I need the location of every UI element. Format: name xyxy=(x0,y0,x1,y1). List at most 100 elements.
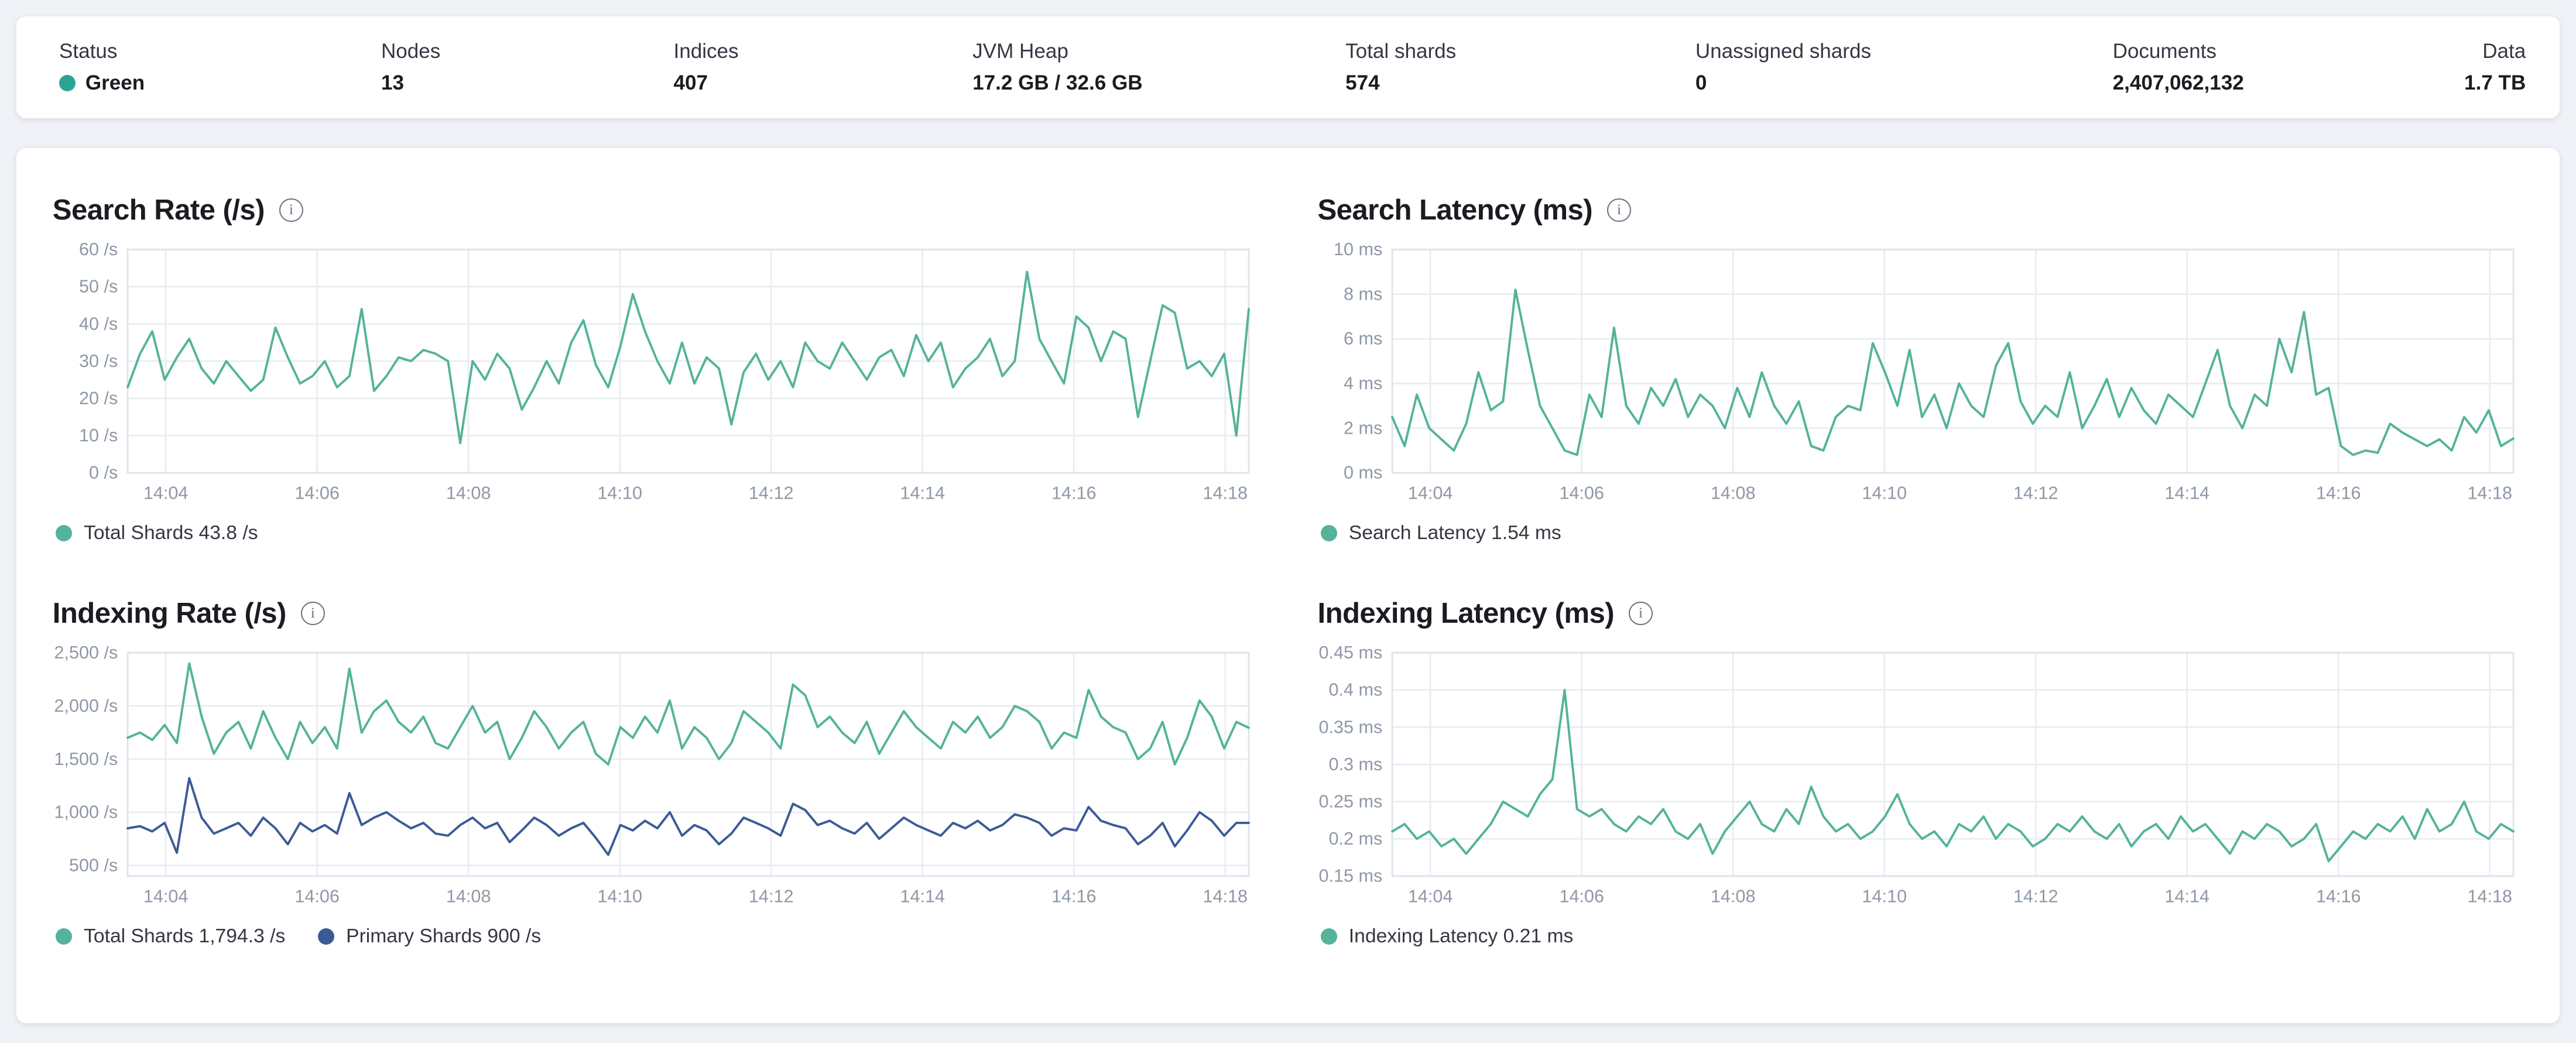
stat-value: 574 xyxy=(1345,71,1380,95)
svg-text:6 ms: 6 ms xyxy=(1344,328,1382,349)
svg-text:20 /s: 20 /s xyxy=(79,388,118,409)
svg-text:14:14: 14:14 xyxy=(900,483,945,503)
legend-dot xyxy=(56,525,73,542)
chart-legend: Total Shards 43.8 /s xyxy=(53,522,1259,544)
legend-item-search-latency[interactable]: Search Latency 1.54 ms xyxy=(1321,522,1561,544)
stat-label: Indices xyxy=(673,40,739,63)
legend-item-indexing-latency[interactable]: Indexing Latency 0.21 ms xyxy=(1321,925,1573,948)
svg-text:1,000 /s: 1,000 /s xyxy=(54,802,118,822)
legend-dot xyxy=(1321,928,1338,945)
stat-value: 17.2 GB / 32.6 GB xyxy=(972,71,1143,95)
svg-text:14:10: 14:10 xyxy=(597,886,642,907)
svg-text:14:06: 14:06 xyxy=(294,886,340,907)
legend-label: Total Shards 1,794.3 /s xyxy=(84,925,286,948)
stat-label: Unassigned shards xyxy=(1695,40,1871,63)
chart-title: Indexing Latency (ms) xyxy=(1317,597,1615,629)
stat-value: 1.7 TB xyxy=(2464,71,2526,95)
legend-label: Total Shards 43.8 /s xyxy=(84,522,258,544)
chart-search-rate: Search Rate (/s) 0 /s 10 /s 20 /s 30 /s 40 /… xyxy=(53,194,1259,544)
legend-label: Indexing Latency 0.21 ms xyxy=(1348,925,1574,948)
chart-search-latency: Search Latency (ms) 0 ms 2 ms 4 ms 6 ms 8 ms… xyxy=(1317,194,2523,544)
search-latency-plot[interactable]: 0 ms 2 ms 4 ms 6 ms 8 ms 10 ms 14:04 14:06 14:08… xyxy=(1317,243,2523,519)
svg-text:0.15 ms: 0.15 ms xyxy=(1319,866,1383,886)
legend-item-total-shards[interactable]: Total Shards 43.8 /s xyxy=(56,522,258,544)
stat-status: Status Green xyxy=(59,40,381,95)
info-icon[interactable] xyxy=(1629,601,1653,626)
chart-title-row: Search Rate (/s) xyxy=(53,194,1259,227)
stat-indices: Indices 407 xyxy=(673,40,972,95)
svg-text:14:06: 14:06 xyxy=(294,483,340,503)
info-icon[interactable] xyxy=(301,601,325,626)
search-rate-plot[interactable]: 0 /s 10 /s 20 /s 30 /s 40 /s 50 /s 60 /s 14:04 1… xyxy=(53,243,1259,519)
svg-text:500 /s: 500 /s xyxy=(69,855,118,875)
svg-text:0 /s: 0 /s xyxy=(89,462,118,483)
svg-text:0.45 ms: 0.45 ms xyxy=(1319,646,1383,663)
svg-text:1,500 /s: 1,500 /s xyxy=(54,749,118,769)
info-icon[interactable] xyxy=(1607,198,1631,222)
svg-text:10 /s: 10 /s xyxy=(79,425,118,445)
stat-label: Documents xyxy=(2112,40,2217,63)
chart-title-row: Indexing Latency (ms) xyxy=(1317,597,2523,630)
svg-text:30 /s: 30 /s xyxy=(79,351,118,371)
svg-text:2,000 /s: 2,000 /s xyxy=(54,695,118,716)
stat-label: Status xyxy=(59,40,118,63)
svg-text:2,500 /s: 2,500 /s xyxy=(54,646,118,663)
legend-dot xyxy=(318,928,335,945)
stat-value: 0 xyxy=(1695,71,1707,95)
info-icon[interactable] xyxy=(279,198,303,222)
chart-indexing-rate: Indexing Rate (/s) 500 /s 1,000 /s 1,500 /… xyxy=(53,597,1259,948)
svg-text:0.25 ms: 0.25 ms xyxy=(1319,791,1383,811)
stat-documents: Documents 2,407,062,132 xyxy=(2113,40,2465,95)
svg-text:0 ms: 0 ms xyxy=(1344,462,1382,483)
chart-title: Search Latency (ms) xyxy=(1317,194,1593,227)
legend-item-primary-shards[interactable]: Primary Shards 900 /s xyxy=(318,925,541,948)
health-dot-icon xyxy=(59,75,76,92)
chart-legend: Total Shards 1,794.3 /s Primary Shards 9… xyxy=(53,925,1259,948)
svg-text:14:10: 14:10 xyxy=(597,483,642,503)
chart-title: Indexing Rate (/s) xyxy=(52,597,287,629)
svg-text:0.3 ms: 0.3 ms xyxy=(1329,754,1383,774)
svg-text:14:12: 14:12 xyxy=(749,483,794,503)
legend-dot xyxy=(1321,525,1338,542)
charts-grid: Search Rate (/s) 0 /s 10 /s 20 /s 30 /s 40 /… xyxy=(53,194,2523,948)
stat-value: 13 xyxy=(381,71,404,95)
svg-text:50 /s: 50 /s xyxy=(79,276,118,297)
stat-nodes: Nodes 13 xyxy=(381,40,673,95)
svg-text:14:06: 14:06 xyxy=(1560,886,1605,907)
svg-text:10 ms: 10 ms xyxy=(1334,243,1382,259)
svg-text:14:08: 14:08 xyxy=(446,483,491,503)
svg-text:14:16: 14:16 xyxy=(2316,886,2361,907)
svg-text:40 /s: 40 /s xyxy=(79,313,118,334)
indexing-rate-plot[interactable]: 500 /s 1,000 /s 1,500 /s 2,000 /s 2,500 /s 14… xyxy=(53,646,1259,922)
svg-text:14:06: 14:06 xyxy=(1560,483,1605,503)
svg-text:14:16: 14:16 xyxy=(1051,483,1097,503)
stat-label: Nodes xyxy=(381,40,441,63)
svg-text:14:14: 14:14 xyxy=(2165,483,2210,503)
cluster-status-bar: Status Green Nodes 13 Indices 407 JVM He… xyxy=(16,16,2560,119)
svg-text:14:14: 14:14 xyxy=(2165,886,2210,907)
svg-text:4 ms: 4 ms xyxy=(1344,373,1382,393)
stat-value: Green xyxy=(59,71,381,95)
status-value-text: Green xyxy=(85,71,145,95)
svg-text:14:04: 14:04 xyxy=(1408,483,1453,503)
svg-text:0.35 ms: 0.35 ms xyxy=(1319,716,1383,737)
svg-text:14:10: 14:10 xyxy=(1862,483,1907,503)
svg-text:0.4 ms: 0.4 ms xyxy=(1329,680,1383,700)
svg-text:14:12: 14:12 xyxy=(2013,483,2058,503)
stat-label: Data xyxy=(2482,40,2526,63)
svg-text:60 /s: 60 /s xyxy=(79,243,118,259)
svg-text:0.2 ms: 0.2 ms xyxy=(1329,828,1383,849)
chart-legend: Indexing Latency 0.21 ms xyxy=(1317,925,2523,948)
svg-text:14:04: 14:04 xyxy=(143,483,189,503)
legend-label: Search Latency 1.54 ms xyxy=(1348,522,1561,544)
stat-total-shards: Total shards 574 xyxy=(1345,40,1695,95)
legend-dot xyxy=(56,928,73,945)
svg-text:14:18: 14:18 xyxy=(2468,483,2513,503)
svg-text:14:08: 14:08 xyxy=(1711,886,1756,907)
indexing-latency-plot[interactable]: 0.15 ms 0.2 ms 0.25 ms 0.3 ms 0.35 ms 0.4 ms 0… xyxy=(1317,646,2523,922)
chart-legend: Search Latency 1.54 ms xyxy=(1317,522,2523,544)
svg-text:14:08: 14:08 xyxy=(446,886,491,907)
svg-text:8 ms: 8 ms xyxy=(1344,283,1382,304)
legend-item-total-shards[interactable]: Total Shards 1,794.3 /s xyxy=(56,925,285,948)
chart-title-row: Search Latency (ms) xyxy=(1317,194,2523,227)
